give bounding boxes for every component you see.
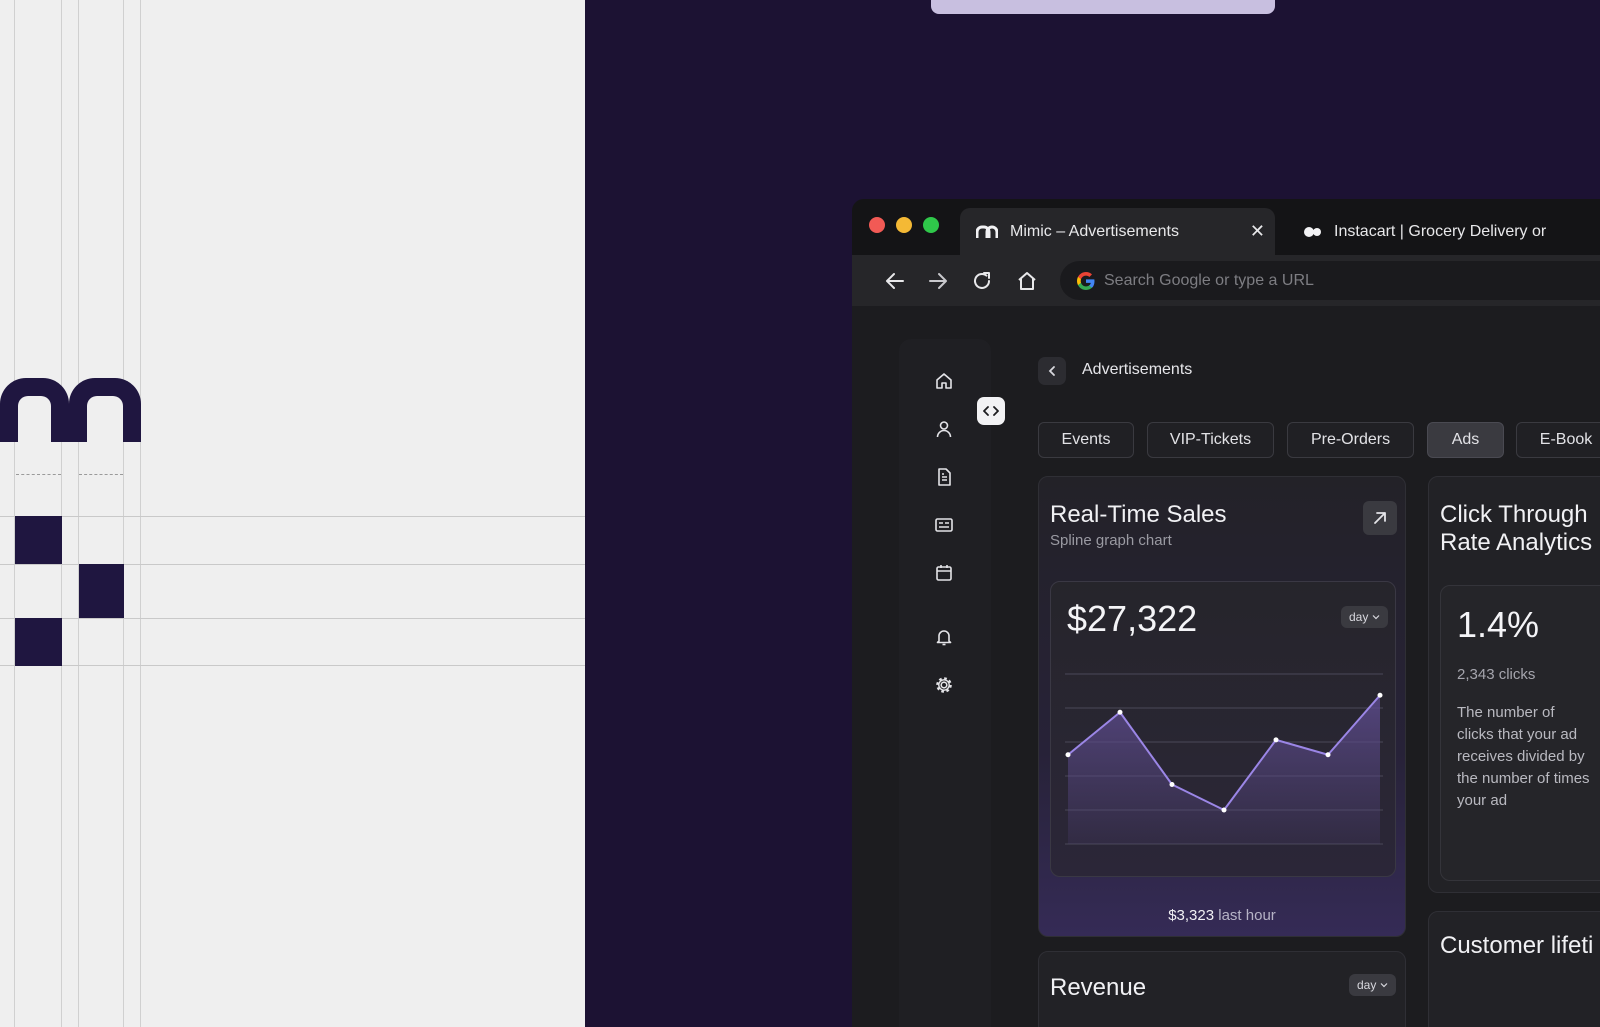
browser-tab[interactable]: Instacart | Grocery Delivery or ✕ — [1288, 208, 1600, 255]
calendar-icon[interactable] — [932, 561, 956, 585]
chart-point — [1221, 807, 1227, 813]
document-icon[interactable] — [932, 465, 956, 489]
address-bar[interactable] — [1060, 261, 1600, 300]
real-time-sales-card: Real-Time Sales Spline graph chart $27,3… — [1038, 476, 1406, 937]
revenue-card: Revenue day — [1038, 951, 1406, 1027]
filter-tab-vip-tickets[interactable]: VIP-Tickets — [1147, 422, 1274, 458]
chart-point — [1377, 692, 1383, 698]
forward-arrow-icon[interactable] — [925, 268, 951, 294]
gear-icon[interactable] — [932, 673, 956, 697]
ad-card-icon[interactable] — [932, 513, 956, 537]
home-icon[interactable] — [932, 369, 956, 393]
chart-point — [1065, 752, 1071, 758]
card-title: Click Through Rate Analytics — [1440, 501, 1592, 557]
filter-tab-ads[interactable]: Ads — [1427, 422, 1504, 458]
grid-line — [78, 0, 79, 1027]
tab-title: Mimic – Advertisements — [1010, 222, 1179, 240]
card-title-line: Click Through — [1440, 501, 1588, 528]
brand-block — [79, 564, 124, 618]
period-select[interactable]: day — [1341, 606, 1389, 628]
mimic-favicon-icon — [976, 224, 998, 239]
ctr-clicks: 2,343 clicks — [1457, 666, 1536, 683]
customer-lifetime-card: Customer lifeti — [1428, 911, 1600, 1027]
code-chevrons-icon — [983, 406, 999, 416]
instacart-favicon-icon — [1304, 226, 1322, 238]
chart-point — [1325, 752, 1331, 758]
period-select-value: day — [1357, 978, 1377, 992]
chevron-down-icon — [1372, 615, 1380, 620]
card-title: Revenue — [1050, 974, 1147, 1001]
user-icon[interactable] — [932, 417, 956, 441]
filter-tab-pre-orders[interactable]: Pre-Orders — [1287, 422, 1414, 458]
maximize-window-button[interactable] — [923, 217, 939, 233]
brand-block — [15, 618, 62, 666]
grid-line — [0, 516, 585, 517]
brand-block — [15, 516, 62, 564]
brand-logo — [0, 378, 141, 442]
filter-tab-events[interactable]: Events — [1038, 422, 1134, 458]
ctr-value: 1.4% — [1457, 604, 1540, 645]
browser-window: Mimic – Advertisements ✕ Instacart | Gro… — [852, 199, 1600, 1027]
sales-line-chart — [1065, 673, 1383, 845]
google-icon — [1077, 271, 1095, 290]
expand-button[interactable] — [1363, 501, 1397, 535]
filter-tab-e-book[interactable]: E-Book — [1516, 422, 1600, 458]
toggle-sidebar-button[interactable] — [977, 397, 1005, 425]
home-icon[interactable] — [1014, 268, 1040, 294]
minimize-window-button[interactable] — [896, 217, 912, 233]
click-through-rate-card: Click Through Rate Analytics 1.4% 2,343 … — [1428, 476, 1600, 893]
card-title-line: Rate Analytics — [1440, 529, 1593, 556]
close-tab-icon[interactable]: ✕ — [1250, 221, 1265, 242]
chart-point — [1117, 709, 1123, 715]
footer-label: last hour — [1218, 907, 1276, 924]
sales-chart-panel: $27,322 day — [1050, 581, 1396, 877]
grid-line — [123, 0, 124, 1027]
tab-bar: Mimic – Advertisements ✕ Instacart | Gro… — [852, 199, 1600, 255]
card-subtitle: Spline graph chart — [1050, 532, 1172, 549]
search-input[interactable] — [1104, 271, 1524, 290]
sales-value: $27,322 — [1067, 598, 1198, 639]
chevron-left-icon — [1048, 366, 1055, 376]
ctr-panel: 1.4% 2,343 clicks The number of clicks t… — [1440, 585, 1600, 881]
guide-line — [16, 474, 61, 475]
chart-point — [1169, 782, 1175, 787]
app-page: Advertisements Events VIP-Tickets Pre-Or… — [852, 306, 1600, 1027]
reload-icon[interactable] — [969, 268, 995, 294]
ctr-description: The number of clicks that your ad receiv… — [1457, 704, 1590, 809]
period-select[interactable]: day — [1349, 974, 1397, 996]
period-select-value: day — [1349, 610, 1369, 624]
footer-amount: $3,323 — [1168, 907, 1215, 924]
browser-tab-active[interactable]: Mimic – Advertisements ✕ — [960, 208, 1275, 255]
back-arrow-icon[interactable] — [882, 268, 908, 294]
grid-line — [61, 0, 62, 1027]
brand-panel — [0, 0, 585, 1027]
card-title: Customer lifeti — [1440, 932, 1594, 959]
bell-icon[interactable] — [932, 625, 956, 649]
top-banner-pill — [931, 0, 1275, 14]
close-window-button[interactable] — [869, 217, 885, 233]
sidebar — [899, 339, 991, 1027]
grid-line — [0, 665, 585, 666]
card-title: Real-Time Sales — [1050, 501, 1227, 528]
grid-line — [0, 618, 585, 619]
guide-line — [79, 474, 123, 475]
page-title: Advertisements — [1082, 361, 1193, 378]
grid-line — [140, 0, 141, 1027]
browser-toolbar — [852, 255, 1600, 306]
grid-line — [14, 0, 15, 1027]
tab-title: Instacart | Grocery Delivery or — [1334, 222, 1547, 240]
arrow-up-right-icon — [1374, 512, 1386, 524]
sales-footer: $3,323 last hour — [1039, 907, 1405, 924]
back-button[interactable] — [1038, 357, 1066, 385]
chart-point — [1273, 737, 1279, 743]
chevron-down-icon — [1380, 983, 1388, 988]
